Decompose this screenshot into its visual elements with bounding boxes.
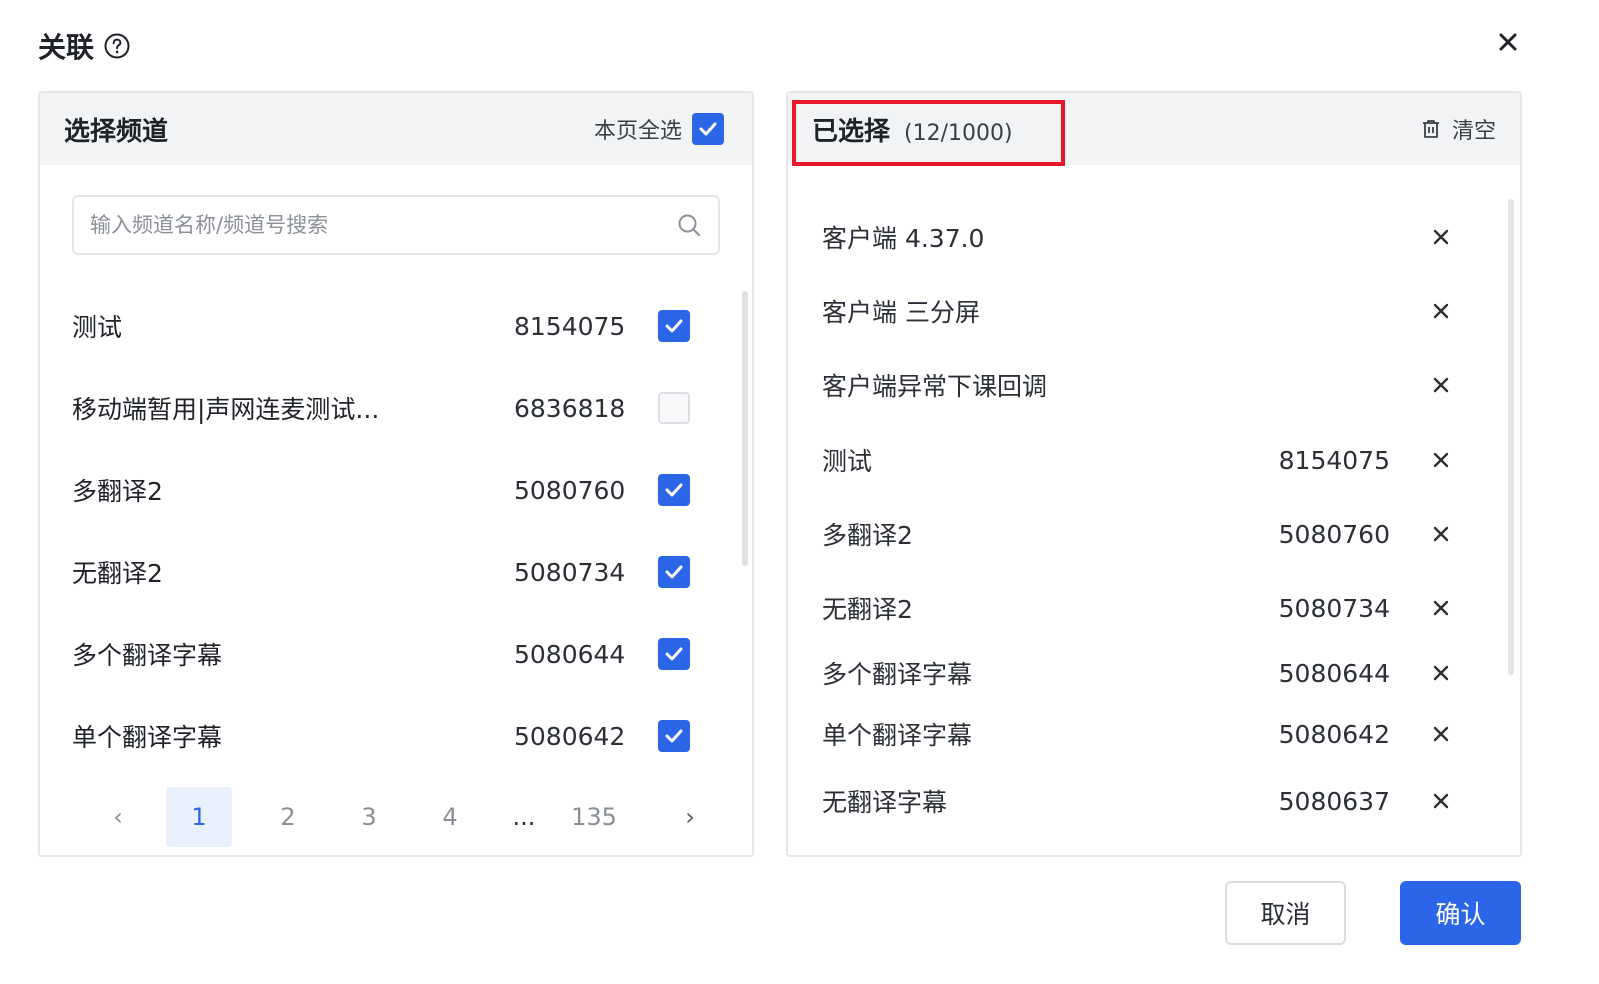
clear-button[interactable]: 清空 xyxy=(1420,113,1496,145)
check-icon xyxy=(665,565,683,579)
channel-name: 多个翻译字幕 xyxy=(72,641,223,670)
channel-number: 5080642 xyxy=(514,721,626,751)
selected-item-name: 单个翻译字幕 xyxy=(822,721,973,750)
selected-item: 多翻译2 5080760 xyxy=(788,504,1504,564)
prev-page-button[interactable]: ‹ xyxy=(100,787,136,847)
page-1[interactable]: 1 xyxy=(166,787,232,847)
channel-list: 测试 8154075 移动端暂用|声网连麦测试... 6836818 多翻译2 … xyxy=(40,285,740,777)
selected-item: 客户端 4.37.0 xyxy=(788,207,1504,267)
pagination: ‹ 1 2 3 4 ... 135 › xyxy=(100,787,708,847)
channel-name: 移动端暂用|声网连麦测试... xyxy=(72,395,380,424)
selected-item: 多个翻译字幕 5080644 xyxy=(788,643,1504,703)
channel-checkbox[interactable] xyxy=(658,392,690,424)
select-all-checkbox[interactable] xyxy=(692,113,724,145)
selected-item-name: 客户端 4.37.0 xyxy=(822,224,985,253)
remove-icon[interactable] xyxy=(1430,790,1452,812)
selected-item-number: 8154075 xyxy=(1278,445,1390,475)
channel-number: 5080760 xyxy=(514,475,626,505)
search-icon[interactable] xyxy=(676,212,702,238)
remove-icon[interactable] xyxy=(1430,523,1452,545)
remove-icon[interactable] xyxy=(1430,226,1452,248)
channel-checkbox[interactable] xyxy=(658,474,690,506)
selected-item-number: 5080760 xyxy=(1278,519,1390,549)
check-icon xyxy=(665,647,683,661)
channel-number: 6836818 xyxy=(514,393,626,423)
channel-checkbox[interactable] xyxy=(658,556,690,588)
channel-select-header: 选择频道 本页全选 xyxy=(40,93,752,165)
selected-item-name: 测试 xyxy=(822,447,873,476)
selected-item-name: 客户端 三分屏 xyxy=(822,298,980,327)
selected-list-scrollbar[interactable] xyxy=(1508,199,1514,675)
selected-item: 无翻译2 5080734 xyxy=(788,578,1504,638)
search-input[interactable] xyxy=(90,213,676,237)
remove-icon[interactable] xyxy=(1430,597,1452,619)
channel-number: 8154075 xyxy=(514,311,626,341)
channel-checkbox[interactable] xyxy=(658,310,690,342)
panel-title: 选择频道 xyxy=(64,116,169,147)
close-icon[interactable] xyxy=(1494,28,1522,56)
selected-item-number: 5080637 xyxy=(1278,786,1390,816)
channel-row[interactable]: 测试 8154075 xyxy=(40,285,740,367)
remove-icon[interactable] xyxy=(1430,723,1452,745)
search-box xyxy=(72,195,720,255)
help-circle-icon[interactable] xyxy=(104,33,130,59)
selected-item: 测试 8154075 xyxy=(788,430,1504,490)
channel-select-panel: 选择频道 本页全选 测试 8154075 移动端暂用|声网连麦测试... 683… xyxy=(38,91,754,857)
dialog-title: 关联 xyxy=(38,26,130,66)
selected-item-name: 多翻译2 xyxy=(822,521,913,550)
channel-name: 多翻译2 xyxy=(72,477,163,506)
channel-name: 单个翻译字幕 xyxy=(72,723,223,752)
channel-checkbox[interactable] xyxy=(658,720,690,752)
channel-row[interactable]: 移动端暂用|声网连麦测试... 6836818 xyxy=(40,367,740,449)
selected-header: 已选择 (12/1000) 清空 xyxy=(788,93,1520,165)
selected-item-name: 无翻译2 xyxy=(822,595,913,624)
clear-label: 清空 xyxy=(1451,119,1496,144)
page-4[interactable]: 4 xyxy=(425,787,475,847)
page-3[interactable]: 3 xyxy=(344,787,394,847)
selected-item-number: 5080642 xyxy=(1278,719,1390,749)
channel-row[interactable]: 单个翻译字幕 5080642 xyxy=(40,695,740,777)
selected-item-name: 客户端异常下课回调 xyxy=(822,372,1048,401)
page-135[interactable]: 135 xyxy=(564,787,624,847)
selected-panel: 已选择 (12/1000) 清空 客户端 4.37.0 客户端 三分屏 客户端异常… xyxy=(786,91,1522,857)
select-all-page[interactable]: 本页全选 xyxy=(594,113,724,145)
selected-title-wrap: 已选择 (12/1000) xyxy=(812,111,1013,148)
selected-item: 无翻译字幕 5080637 xyxy=(788,771,1504,831)
page-2[interactable]: 2 xyxy=(263,787,313,847)
channel-number: 5080734 xyxy=(514,557,626,587)
check-icon xyxy=(699,122,717,136)
channel-checkbox[interactable] xyxy=(658,638,690,670)
channel-row[interactable]: 无翻译2 5080734 xyxy=(40,531,740,613)
channel-name: 测试 xyxy=(72,313,123,342)
channel-list-scrollbar[interactable] xyxy=(742,291,748,566)
dialog-title-text: 关联 xyxy=(38,31,95,64)
selected-item-name: 无翻译字幕 xyxy=(822,788,948,817)
selected-count: (12/1000) xyxy=(904,120,1013,146)
selected-item-number: 5080734 xyxy=(1278,593,1390,623)
next-page-button[interactable]: › xyxy=(672,787,708,847)
selected-item: 客户端 三分屏 xyxy=(788,281,1504,341)
remove-icon[interactable] xyxy=(1430,449,1452,471)
confirm-button[interactable]: 确认 xyxy=(1400,881,1521,945)
remove-icon[interactable] xyxy=(1430,662,1452,684)
channel-row[interactable]: 多个翻译字幕 5080644 xyxy=(40,613,740,695)
selected-item: 单个翻译字幕 5080642 xyxy=(788,704,1504,764)
selected-item-number: 5080644 xyxy=(1278,658,1390,688)
selected-item: 客户端异常下课回调 xyxy=(788,355,1504,415)
select-all-label: 本页全选 xyxy=(593,119,682,144)
check-icon xyxy=(665,729,683,743)
channel-row[interactable]: 多翻译2 5080760 xyxy=(40,449,740,531)
selected-title: 已选择 xyxy=(812,116,891,147)
page-ellipsis[interactable]: ... xyxy=(504,787,544,847)
cancel-button[interactable]: 取消 xyxy=(1225,881,1346,945)
channel-number: 5080644 xyxy=(514,639,626,669)
trash-icon xyxy=(1422,120,1439,138)
remove-icon[interactable] xyxy=(1430,300,1452,322)
check-icon xyxy=(665,483,683,497)
channel-name: 无翻译2 xyxy=(72,559,163,588)
selected-item-name: 多个翻译字幕 xyxy=(822,660,973,689)
check-icon xyxy=(665,319,683,333)
remove-icon[interactable] xyxy=(1430,374,1452,396)
